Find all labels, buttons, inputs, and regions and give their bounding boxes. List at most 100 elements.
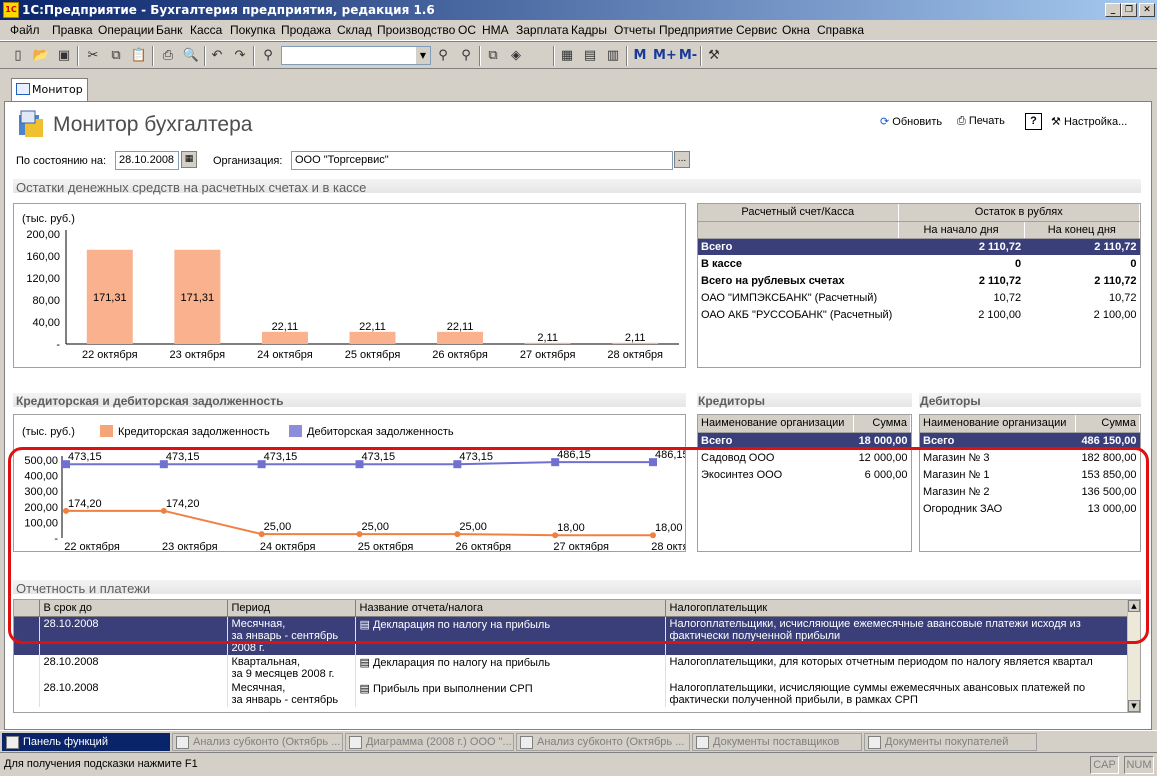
find-next-icon[interactable]: ⚲	[434, 47, 452, 65]
task-button-4[interactable]: Документы поставщиков	[692, 733, 862, 751]
new-icon[interactable]: ▯	[9, 47, 27, 65]
minimize-button[interactable]: _	[1105, 3, 1121, 17]
window-icon	[176, 736, 189, 749]
menu-item-8[interactable]: Производство	[377, 23, 455, 37]
date-label: По состоянию на:	[16, 155, 107, 167]
menu-item-12[interactable]: Кадры	[571, 23, 607, 37]
menu-item-3[interactable]: Банк	[156, 23, 182, 37]
col-sum[interactable]: Сумма	[1075, 415, 1140, 433]
cell-start: 2 110,72	[978, 274, 1022, 287]
cell-payer: Налогоплательщики, исчисляющие суммы еже…	[665, 680, 1130, 707]
find-prev-icon[interactable]: ⚲	[457, 47, 475, 65]
workspace: Монитор Монитор бухгалтера ⟳ Обновить ⎙ …	[0, 69, 1157, 730]
menu-item-13[interactable]: Отчеты	[614, 23, 655, 37]
tools-icon[interactable]: ⚒	[705, 47, 723, 65]
org-field[interactable]: ООО "Торгсервис"	[291, 151, 673, 170]
settings-label: Настройка...	[1063, 116, 1128, 128]
calendar-button[interactable]: ▦	[181, 151, 197, 168]
menu-item-11[interactable]: Зарплата	[516, 23, 569, 37]
open-icon[interactable]: 📂	[32, 47, 50, 65]
menu-item-1[interactable]: Правка	[52, 23, 93, 37]
table-row[interactable]: В кассе 0 0	[698, 255, 1140, 272]
menu-item-0[interactable]: Файл	[10, 23, 40, 37]
windows-icon[interactable]: ⧉	[484, 47, 502, 65]
help-button[interactable]: ?	[1025, 113, 1042, 130]
calendar-icon[interactable]: ▤	[581, 47, 599, 65]
task-button-0[interactable]: Панель функций	[2, 733, 170, 751]
print-button[interactable]: ⎙ Печать	[957, 115, 1005, 128]
table-row[interactable]: 28.10.2008 Месячная, за январь - сентябрь ▤…	[14, 680, 1130, 707]
col-balance[interactable]: Остаток в рублях	[898, 204, 1140, 222]
col-account[interactable]: Расчетный счет/Касса	[698, 204, 899, 222]
task-label: Анализ субконто (Октябрь ...	[193, 736, 341, 748]
cell-name: В кассе	[701, 257, 742, 270]
table-row[interactable]: ОАО АКБ "РУССОБАНК" (Расчетный) 2 100,00 2…	[698, 306, 1140, 323]
tab-monitor[interactable]: Монитор	[11, 78, 88, 102]
menu-item-5[interactable]: Покупка	[230, 23, 275, 37]
search-combo[interactable]: ▼	[281, 46, 431, 65]
x-tick-label: 28 октября	[607, 349, 663, 361]
menu-item-7[interactable]: Склад	[337, 23, 372, 37]
maximize-button[interactable]: ❐	[1121, 3, 1137, 17]
table-row[interactable]: Всего 2 110,72 2 110,72	[698, 238, 1140, 255]
print-icon[interactable]: ⎙	[159, 47, 177, 65]
menu-item-9[interactable]: ОС	[458, 23, 476, 37]
table-row[interactable]: ОАО "ИМПЭКСБАНК" (Расчетный) 10,72 10,72	[698, 289, 1140, 306]
cell-name: Всего на рублевых счетах	[701, 274, 845, 287]
find-icon[interactable]: ⚲	[259, 47, 277, 65]
col-start[interactable]: На начало дня	[898, 221, 1025, 239]
refresh-button[interactable]: ⟳ Обновить	[880, 115, 942, 128]
date-field[interactable]: 28.10.2008	[115, 151, 179, 170]
table-row[interactable]: Всего на рублевых счетах 2 110,72 2 110,72	[698, 272, 1140, 289]
col-org[interactable]: Наименование организации	[698, 415, 854, 433]
bar-value-label: 2,11	[537, 332, 558, 344]
task-button-2[interactable]: Диаграмма (2008 г.) ООО "...	[345, 733, 514, 751]
cell-start: 0	[1014, 257, 1022, 270]
y-tick-label: 120,00	[26, 273, 60, 285]
tools-icon: ⚒	[1051, 116, 1061, 128]
memory-plus-icon[interactable]: M+	[653, 47, 677, 65]
clipboard-icon[interactable]: ▥	[604, 47, 622, 65]
memory-minus-icon[interactable]: M-	[677, 47, 699, 65]
org-select-button[interactable]: ...	[674, 151, 690, 168]
col-end[interactable]: На конец дня	[1024, 221, 1140, 239]
1c-icon[interactable]: ◈	[507, 47, 525, 65]
scroll-down-icon[interactable]: ▼	[1128, 700, 1140, 712]
task-button-1[interactable]: Анализ субконто (Октябрь ...	[172, 733, 343, 751]
menu-item-6[interactable]: Продажа	[281, 23, 331, 37]
copy-icon[interactable]: ⧉	[107, 47, 125, 65]
cell-deadline: 28.10.2008	[39, 680, 228, 707]
save-icon[interactable]: ▣	[55, 47, 73, 65]
menu-item-4[interactable]: Касса	[190, 23, 222, 37]
calculator-icon[interactable]: ▦	[558, 47, 576, 65]
memory-icon[interactable]: M	[631, 47, 649, 65]
report-name: Прибыль при выполнении СРП	[372, 682, 533, 695]
undo-icon[interactable]: ↶	[208, 47, 226, 65]
chevron-down-icon[interactable]: ▼	[416, 47, 430, 64]
task-button-3[interactable]: Анализ субконто (Октябрь ...	[516, 733, 690, 751]
legend-credit: Кредиторская задолженность	[118, 426, 270, 438]
bar-value-label: 2,11	[625, 332, 646, 344]
report-icon: ▤	[359, 656, 373, 669]
col-sum[interactable]: Сумма	[853, 415, 911, 433]
highlight-frame	[8, 447, 1149, 644]
cell-start: 10,72	[993, 291, 1022, 304]
menu-item-10[interactable]: НМА	[482, 23, 509, 37]
task-button-5[interactable]: Документы покупателей	[864, 733, 1037, 751]
menu-item-16[interactable]: Окна	[782, 23, 810, 37]
status-bar: Для получения подсказки нажмите F1 CAP N…	[0, 752, 1157, 776]
table-row[interactable]: 28.10.2008 Квартальная, за 9 месяцев 2008 …	[14, 654, 1130, 681]
close-button[interactable]: ✕	[1139, 3, 1155, 17]
monitor-icon	[16, 83, 30, 95]
settings-button[interactable]: ⚒ Настройка...	[1051, 115, 1127, 128]
menu-item-15[interactable]: Сервис	[736, 23, 777, 37]
menu-item-17[interactable]: Справка	[817, 23, 864, 37]
x-tick-label: 25 октября	[345, 349, 401, 361]
preview-icon[interactable]: 🔍	[182, 47, 200, 65]
menu-item-14[interactable]: Предприятие	[659, 23, 733, 37]
cut-icon[interactable]: ✂	[84, 47, 102, 65]
col-org[interactable]: Наименование организации	[920, 415, 1077, 433]
paste-icon[interactable]: 📋	[130, 47, 148, 65]
redo-icon[interactable]: ↷	[231, 47, 249, 65]
menu-item-2[interactable]: Операции	[98, 23, 154, 37]
